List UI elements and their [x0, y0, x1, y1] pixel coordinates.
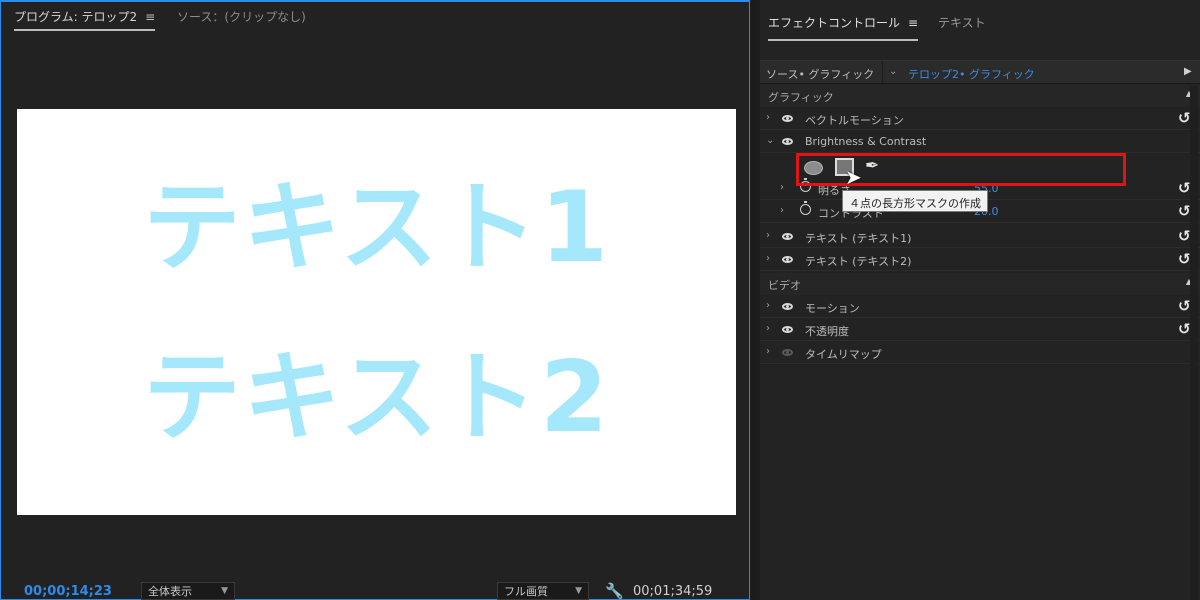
- eye-icon[interactable]: [782, 256, 793, 263]
- scrollbar[interactable]: [1190, 86, 1198, 600]
- reset-icon[interactable]: ↺: [1178, 250, 1191, 268]
- reset-icon[interactable]: ↺: [1178, 227, 1191, 245]
- sequence-clip-label[interactable]: テロップ2• グラフィック: [908, 66, 1035, 82]
- mouse-cursor-icon: ➤: [845, 165, 862, 189]
- effect-label: テキスト (テキスト1): [805, 232, 912, 245]
- effect-row-time-remap[interactable]: › タイムリマップ: [760, 342, 1200, 364]
- reset-icon[interactable]: ↺: [1178, 179, 1191, 197]
- tooltip: ４点の長方形マスクの作成: [842, 190, 988, 212]
- effect-row-vector-motion[interactable]: › ベクトルモーション ↺: [760, 108, 1200, 130]
- reset-icon[interactable]: ↺: [1178, 320, 1191, 338]
- chevron-down-icon: ▼: [575, 586, 582, 596]
- effect-label: ベクトルモーション: [805, 114, 904, 127]
- effect-label: テキスト (テキスト2): [805, 255, 912, 268]
- tab-program-label: プログラム: テロップ2: [14, 10, 138, 24]
- play-icon[interactable]: ▶: [1184, 66, 1192, 77]
- chevron-right-icon[interactable]: ›: [766, 300, 770, 311]
- program-tab-row: プログラム: テロップ2 ≡ ソース：(クリップなし): [1, 2, 749, 34]
- hamburger-icon[interactable]: ≡: [908, 16, 918, 30]
- eye-icon[interactable]: [782, 349, 793, 356]
- chevron-right-icon[interactable]: ›: [766, 323, 770, 334]
- chevron-right-icon[interactable]: ›: [766, 346, 770, 357]
- source-clip-label[interactable]: ソース• グラフィック: [766, 66, 874, 82]
- program-bottom-bar: 00;00;14;23 全体表示 ▼ フル画質 ▼ 🔧 00;01;34;59: [1, 580, 749, 600]
- effect-label: タイムリマップ: [805, 348, 882, 361]
- section-graphic-header[interactable]: グラフィック ▲: [760, 85, 1200, 107]
- chevron-down-icon: ▼: [221, 586, 228, 596]
- chevron-right-icon[interactable]: ›: [766, 230, 770, 241]
- reset-icon[interactable]: ↺: [1178, 202, 1191, 220]
- duration-timecode: 00;01;34;59: [633, 584, 713, 599]
- section-video-header[interactable]: ビデオ ▲: [760, 273, 1200, 295]
- reset-icon[interactable]: ↺: [1178, 109, 1191, 127]
- effect-row-text-2[interactable]: › テキスト (テキスト2) ↺: [760, 249, 1200, 271]
- eye-icon[interactable]: [782, 138, 793, 145]
- current-timecode[interactable]: 00;00;14;23: [24, 584, 112, 599]
- source-clip-bar: ソース• グラフィック ⌄ テロップ2• グラフィック ▶: [760, 60, 1200, 85]
- effect-label: 不透明度: [805, 325, 849, 338]
- zoom-select[interactable]: 全体表示 ▼: [141, 582, 235, 600]
- effect-row-brightness-contrast[interactable]: ⌄ Brightness & Contrast: [760, 131, 1200, 153]
- section-graphic-label: グラフィック: [768, 91, 834, 104]
- program-monitor-panel: プログラム: テロップ2 ≡ ソース：(クリップなし) テキスト1 テキスト2 0…: [0, 0, 750, 600]
- caption-text-1: テキスト1: [142, 171, 611, 285]
- chevron-right-icon[interactable]: ›: [780, 182, 784, 193]
- caption-text-2: テキスト2: [142, 341, 611, 455]
- hamburger-icon[interactable]: ≡: [145, 10, 155, 24]
- effect-controls-panel: エフェクトコントロール ≡ テキスト ソース• グラフィック ⌄ テロップ2• グ…: [760, 0, 1200, 600]
- chevron-down-icon[interactable]: ⌄: [766, 135, 774, 146]
- tab-text[interactable]: テキスト: [938, 14, 986, 31]
- effect-label: モーション: [805, 302, 860, 315]
- chevron-right-icon[interactable]: ›: [766, 253, 770, 264]
- tab-effect-controls[interactable]: エフェクトコントロール ≡: [768, 14, 919, 41]
- stopwatch-icon[interactable]: [800, 201, 811, 215]
- eye-icon[interactable]: [782, 326, 793, 333]
- effect-row-motion[interactable]: › モーション ↺: [760, 296, 1200, 318]
- reset-icon[interactable]: ↺: [1178, 297, 1191, 315]
- effect-row-text-1[interactable]: › テキスト (テキスト1) ↺: [760, 226, 1200, 248]
- divider: [882, 61, 883, 85]
- effect-label: Brightness & Contrast: [805, 135, 927, 148]
- quality-select-value: フル画質: [504, 585, 548, 598]
- tab-source[interactable]: ソース：(クリップなし): [177, 8, 306, 25]
- chevron-right-icon[interactable]: ›: [780, 205, 784, 216]
- chevron-right-icon[interactable]: ›: [766, 112, 770, 123]
- eye-icon[interactable]: [782, 233, 793, 240]
- tab-program[interactable]: プログラム: テロップ2 ≡: [14, 8, 156, 31]
- panel-divider[interactable]: [752, 0, 758, 600]
- eye-icon[interactable]: [782, 303, 793, 310]
- quality-select[interactable]: フル画質 ▼: [497, 582, 589, 600]
- tab-effect-controls-label: エフェクトコントロール: [768, 16, 901, 30]
- eye-icon[interactable]: [782, 115, 793, 122]
- wrench-icon[interactable]: 🔧: [605, 582, 624, 600]
- zoom-select-value: 全体表示: [148, 585, 192, 598]
- chevron-down-icon[interactable]: ⌄: [889, 66, 897, 77]
- program-video-frame[interactable]: テキスト1 テキスト2: [17, 109, 736, 515]
- section-video-label: ビデオ: [768, 279, 801, 292]
- effect-row-opacity[interactable]: › 不透明度 ↺: [760, 319, 1200, 341]
